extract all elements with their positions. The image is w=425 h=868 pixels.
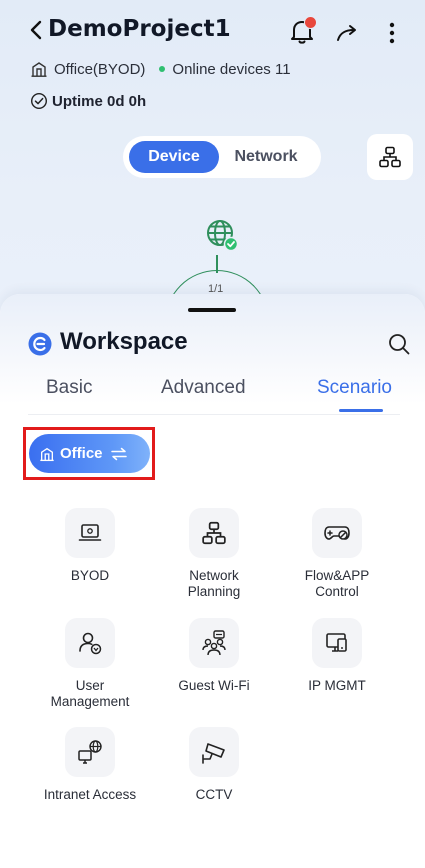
workspace-logo-icon — [28, 332, 52, 356]
scenario-selector-button[interactable]: Office — [29, 434, 150, 473]
feature-cctv[interactable]: CCTV — [159, 727, 269, 803]
workspace-tabs: Basic Advanced Scenario — [0, 374, 425, 414]
site-name[interactable]: Office(BYOD) — [54, 61, 145, 78]
feature-network-planning[interactable]: Network Planning — [159, 508, 269, 600]
swap-arrows-icon — [110, 447, 127, 460]
feature-byod[interactable]: BYOD — [35, 508, 145, 584]
tab-advanced[interactable]: Advanced — [161, 377, 246, 399]
view-segmented-control: Device Network — [123, 136, 321, 178]
building-icon — [40, 447, 54, 461]
uptime-row: Uptime 0d 0h — [30, 90, 146, 112]
guest-wifi-icon — [202, 630, 226, 656]
feature-label: Network Planning — [187, 568, 241, 599]
feature-flow-app-control[interactable]: Flow&APP Control — [282, 508, 392, 600]
feature-label: Intranet Access — [43, 787, 137, 802]
feature-ip-mgmt[interactable]: IP MGMT — [282, 618, 392, 694]
feature-tile — [189, 618, 239, 668]
feature-tile — [312, 618, 362, 668]
feature-tile — [312, 508, 362, 558]
building-icon — [31, 62, 47, 77]
site-info-row: Office(BYOD) Online devices 11 — [30, 57, 291, 81]
back-chevron-icon[interactable] — [26, 18, 48, 42]
check-circle-icon — [30, 92, 48, 110]
feature-tile — [65, 508, 115, 558]
nav-bar: DemoProject1 — [0, 10, 425, 50]
workspace-title: Workspace — [60, 328, 188, 355]
user-management-icon — [79, 632, 102, 655]
notification-badge — [304, 16, 317, 29]
intranet-access-icon — [78, 740, 102, 764]
active-tab-indicator — [339, 409, 383, 412]
feature-label: Flow&APP Control — [304, 568, 370, 599]
scenario-selector-label: Office — [60, 445, 103, 462]
feature-intranet-access[interactable]: Intranet Access — [35, 727, 145, 803]
feature-guest-wifi[interactable]: Guest Wi-Fi — [159, 618, 269, 694]
network-view-button[interactable]: Network — [219, 141, 313, 173]
topology-button[interactable] — [367, 134, 413, 180]
feature-tile — [65, 727, 115, 777]
byod-icon — [78, 524, 102, 541]
online-status-dot — [159, 66, 166, 72]
uptime-text: Uptime 0d 0h — [52, 92, 147, 110]
topology-icon — [379, 146, 401, 168]
ip-mgmt-icon — [326, 633, 347, 652]
device-view-button[interactable]: Device — [129, 141, 219, 173]
network-planning-icon — [202, 521, 226, 545]
tabs-divider — [28, 414, 400, 415]
feature-label: IP MGMT — [308, 678, 366, 693]
online-devices-count: Online devices 11 — [172, 60, 291, 78]
feature-tile — [189, 727, 239, 777]
tab-scenario[interactable]: Scenario — [317, 377, 392, 399]
flow-app-control-icon — [324, 526, 350, 540]
internet-globe-icon[interactable] — [202, 215, 242, 255]
cctv-icon — [202, 743, 225, 764]
feature-label: CCTV — [195, 787, 233, 802]
project-title[interactable]: DemoProject1 — [48, 16, 231, 42]
more-vertical-icon[interactable] — [388, 21, 396, 45]
feature-tile — [65, 618, 115, 668]
search-icon[interactable] — [387, 332, 411, 356]
feature-label: User Management — [50, 678, 130, 709]
tab-basic[interactable]: Basic — [46, 377, 92, 399]
share-arrow-icon[interactable] — [335, 23, 359, 43]
feature-tile — [189, 508, 239, 558]
feature-user-management[interactable]: User Management — [35, 618, 145, 710]
feature-label: Guest Wi-Fi — [178, 678, 250, 693]
sheet-grab-handle[interactable] — [188, 308, 236, 312]
feature-label: BYOD — [70, 568, 110, 583]
